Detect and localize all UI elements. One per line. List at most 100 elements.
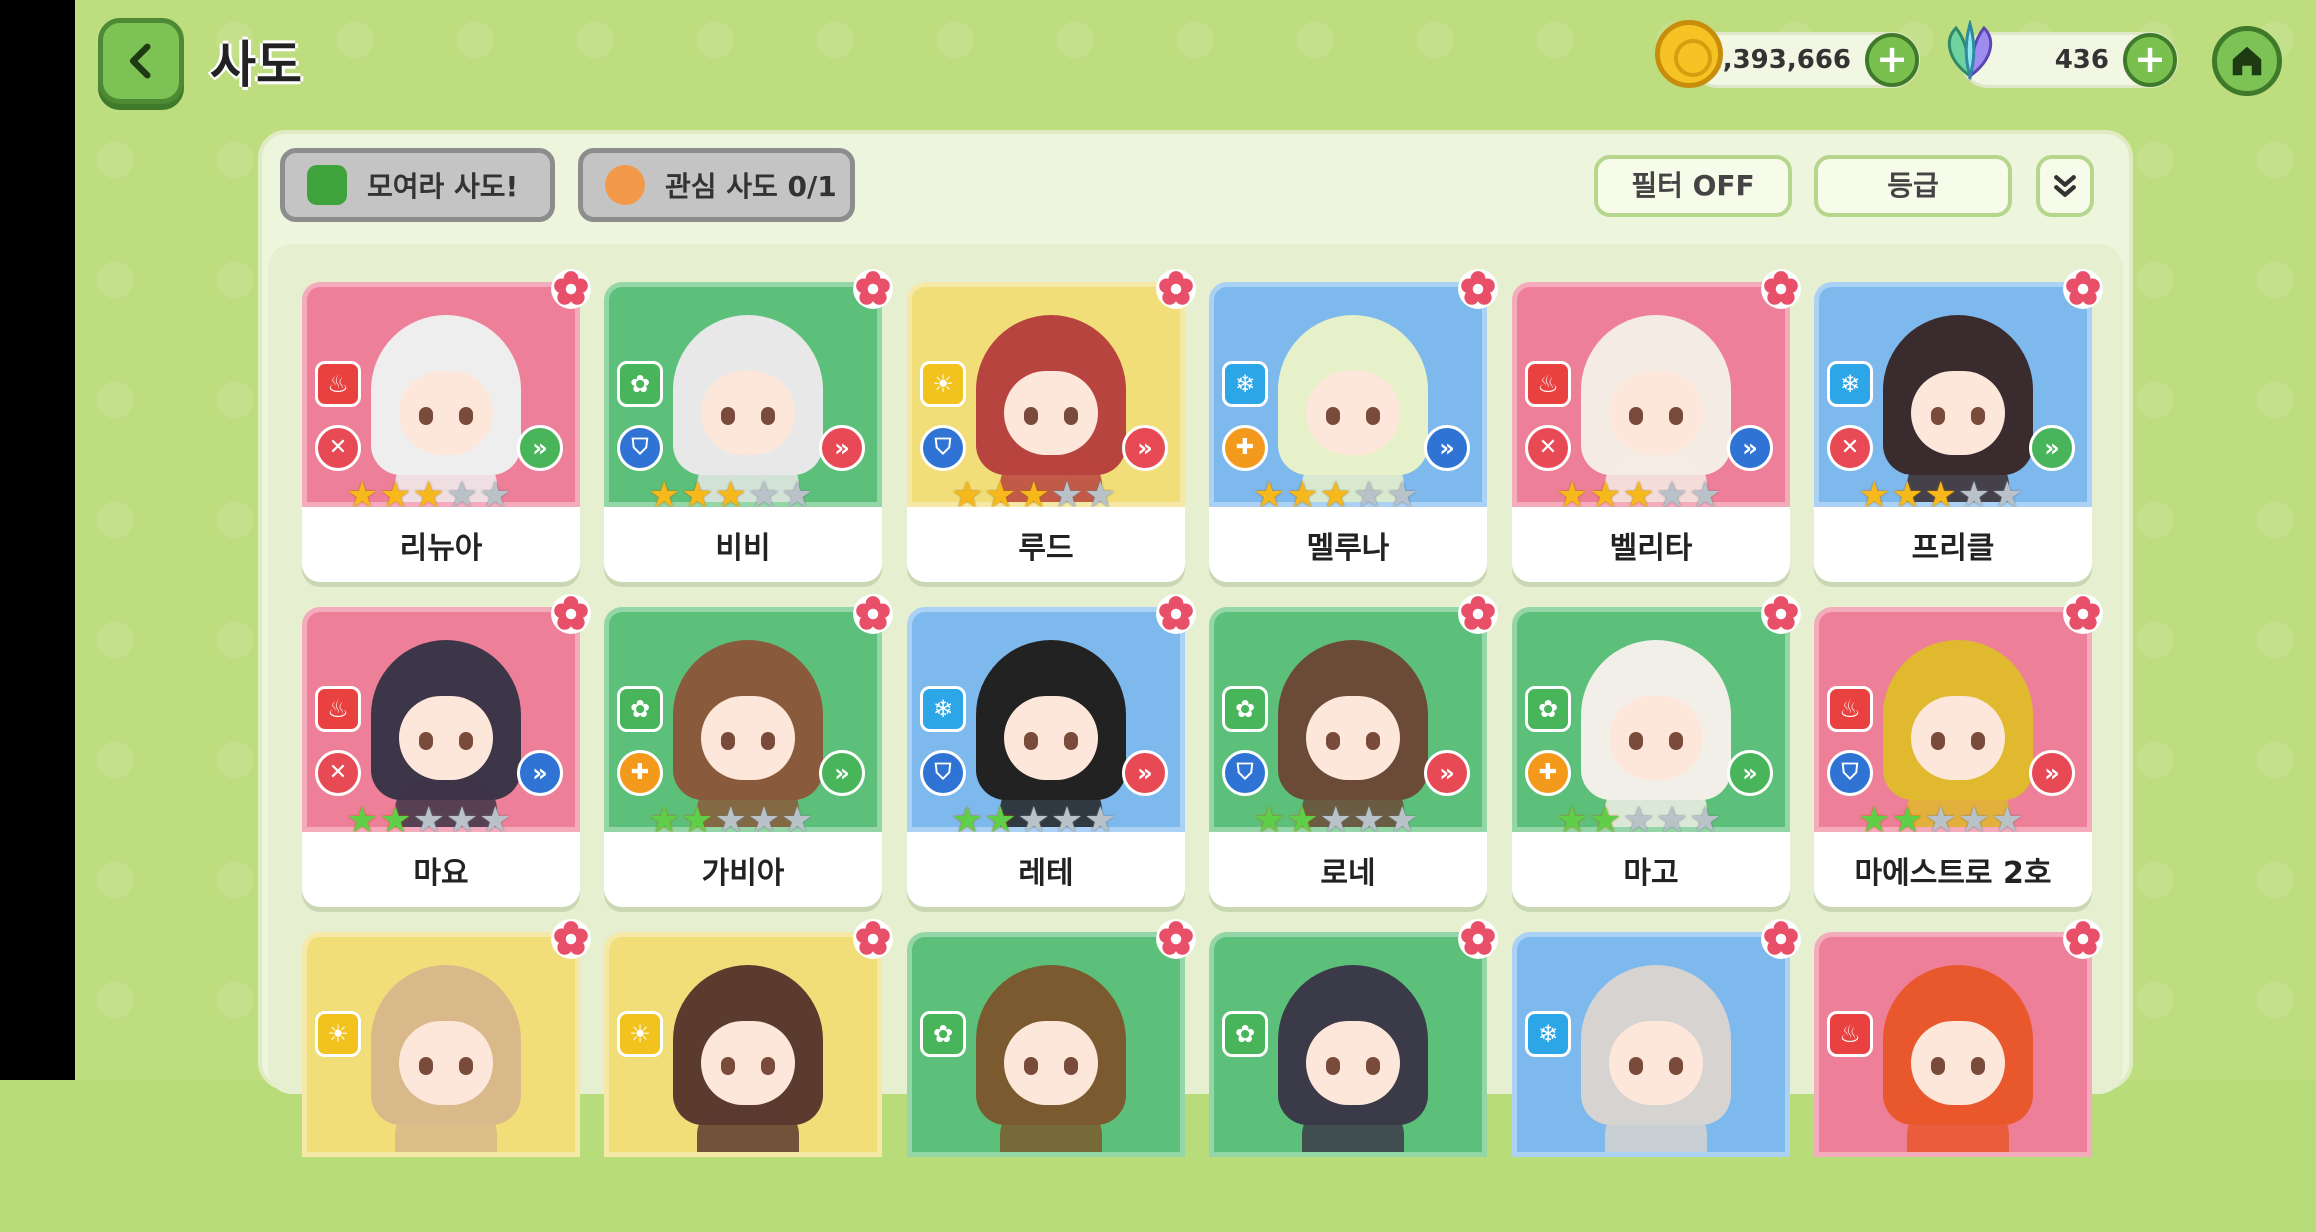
character-name: 리뉴아: [302, 507, 580, 582]
favorite-flower-icon[interactable]: [1760, 918, 1802, 960]
character-card[interactable]: ♨ ✕» ★ ★ ★ ★ ★ 마요: [302, 594, 591, 907]
character-portrait: ❄ ✚ »: [1209, 282, 1487, 507]
double-chevron-down-icon: [2054, 175, 2076, 197]
sort-order-button[interactable]: [2036, 155, 2094, 217]
character-figure: [673, 965, 823, 1152]
character-portrait: ☀: [302, 932, 580, 1157]
gold-coin-icon: [1655, 20, 1723, 88]
character-figure: [976, 965, 1126, 1152]
class-role-icon: ✕: [315, 750, 361, 796]
character-card[interactable]: ♨ ⛉» ★ ★ ★ ★ ★ 마에스트로 2호: [1814, 594, 2103, 907]
position-arrow-icon: »: [1122, 425, 1168, 471]
favorite-flower-icon[interactable]: [1457, 268, 1499, 310]
character-card[interactable]: ✿: [907, 919, 1196, 1232]
class-role-icon: ⛉: [1222, 750, 1268, 796]
nature-element-icon: ✿: [1525, 686, 1571, 732]
position-arrow-icon: »: [1727, 425, 1773, 471]
favorite-flower-icon[interactable]: [1760, 593, 1802, 635]
character-name: 루드: [907, 507, 1185, 582]
character-card[interactable]: ♨ ✕» ★ ★ ★ ★ ★ 벨리타: [1512, 269, 1801, 582]
nature-element-icon: ✿: [920, 1011, 966, 1057]
class-role-icon: ⛉: [920, 425, 966, 471]
favorite-flower-icon[interactable]: [1155, 268, 1197, 310]
collect-label: 모여라 사도!: [367, 170, 519, 203]
favorite-flower-icon[interactable]: [1457, 593, 1499, 635]
favorite-flower-icon[interactable]: [1155, 593, 1197, 635]
character-card[interactable]: ✿ ⛉» ★ ★ ★ ★ ★ 로네: [1209, 594, 1498, 907]
character-name: 로네: [1209, 832, 1487, 907]
character-portrait: ♨: [1814, 932, 2092, 1157]
favorite-flower-icon[interactable]: [550, 918, 592, 960]
character-portrait: ✿ ✚ »: [604, 607, 882, 832]
page-title: 사도: [210, 36, 302, 94]
character-figure: [1581, 965, 1731, 1152]
chevron-left-icon: [129, 43, 151, 79]
fire-element-icon: ♨: [1827, 1011, 1873, 1057]
favorite-flower-icon[interactable]: [2062, 268, 2104, 310]
character-portrait: ☀ ⛉ »: [907, 282, 1185, 507]
character-portrait: ♨ ✕ »: [1512, 282, 1790, 507]
character-name: 마고: [1512, 832, 1790, 907]
class-role-icon: ✚: [1525, 750, 1571, 796]
character-figure: [1883, 965, 2033, 1152]
favorite-flower-icon[interactable]: [852, 918, 894, 960]
position-arrow-icon: »: [2029, 750, 2075, 796]
character-card[interactable]: ❄ ✕» ★ ★ ★ ★ ★ 프리클: [1814, 269, 2103, 582]
position-arrow-icon: »: [517, 750, 563, 796]
character-card[interactable]: ♨ ✕» ★ ★ ★ ★ ★ 리뉴아: [302, 269, 591, 582]
favorite-flower-icon[interactable]: [1155, 918, 1197, 960]
character-card[interactable]: ✿: [1209, 919, 1498, 1232]
character-portrait: ✿: [907, 932, 1185, 1157]
light-element-icon: ☀: [315, 1011, 361, 1057]
character-portrait: ✿ ⛉ »: [1209, 607, 1487, 832]
fire-element-icon: ♨: [1827, 686, 1873, 732]
add-gem-button[interactable]: +: [2123, 33, 2177, 87]
position-arrow-icon: »: [819, 425, 865, 471]
light-element-icon: ☀: [617, 1011, 663, 1057]
sort-grade-button[interactable]: 등급: [1814, 155, 2012, 217]
character-name: 프리클: [1814, 507, 2092, 582]
character-portrait: ♨ ✕ »: [302, 607, 580, 832]
character-card[interactable]: ☀ ⛉» ★ ★ ★ ★ ★ 루드: [907, 269, 1196, 582]
back-button[interactable]: [98, 18, 184, 104]
add-gold-button[interactable]: +: [1865, 33, 1919, 87]
character-card[interactable]: ✿ ✚» ★ ★ ★ ★ ★ 마고: [1512, 594, 1801, 907]
class-role-icon: ⛉: [617, 425, 663, 471]
favorite-flower-icon[interactable]: [1457, 918, 1499, 960]
home-icon: [2232, 46, 2262, 76]
favorite-flower-icon[interactable]: [1760, 268, 1802, 310]
character-figure: [371, 965, 521, 1152]
favorite-flower-icon[interactable]: [852, 593, 894, 635]
favorite-flower-icon[interactable]: [2062, 918, 2104, 960]
character-card[interactable]: ❄ ⛉» ★ ★ ★ ★ ★ 레테: [907, 594, 1196, 907]
favorite-flower-icon[interactable]: [2062, 593, 2104, 635]
character-name: 벨리타: [1512, 507, 1790, 582]
character-card[interactable]: ☀: [604, 919, 893, 1232]
fire-element-icon: ♨: [315, 361, 361, 407]
filter-toggle[interactable]: 필터 OFF: [1594, 155, 1792, 217]
favorite-flower-icon[interactable]: [550, 593, 592, 635]
leaf-gem-icon: [1947, 20, 1993, 82]
character-card[interactable]: ✿ ✚» ★ ★ ★ ★ ★ 가비아: [604, 594, 893, 907]
position-arrow-icon: »: [1424, 750, 1470, 796]
collect-button[interactable]: 모여라 사도!: [280, 148, 555, 222]
fire-element-icon: ♨: [1525, 361, 1571, 407]
position-arrow-icon: »: [1727, 750, 1773, 796]
character-card[interactable]: ☀: [302, 919, 591, 1232]
ice-element-icon: ❄: [1827, 361, 1873, 407]
favorite-button[interactable]: 관심 사도 0/1: [578, 148, 855, 222]
position-arrow-icon: »: [2029, 425, 2075, 471]
character-portrait: ✿ ⛉ »: [604, 282, 882, 507]
heart-icon: [605, 165, 645, 205]
character-card[interactable]: ❄ ✚» ★ ★ ★ ★ ★ 멜루나: [1209, 269, 1498, 582]
favorite-flower-icon[interactable]: [852, 268, 894, 310]
character-name: 가비아: [604, 832, 882, 907]
home-button[interactable]: [2212, 26, 2282, 96]
character-portrait: ❄ ✕ »: [1814, 282, 2092, 507]
character-card[interactable]: ♨: [1814, 919, 2103, 1232]
character-portrait: ♨ ⛉ »: [1814, 607, 2092, 832]
position-arrow-icon: »: [819, 750, 865, 796]
character-card[interactable]: ❄: [1512, 919, 1801, 1232]
favorite-flower-icon[interactable]: [550, 268, 592, 310]
character-card[interactable]: ✿ ⛉» ★ ★ ★ ★ ★ 비비: [604, 269, 893, 582]
